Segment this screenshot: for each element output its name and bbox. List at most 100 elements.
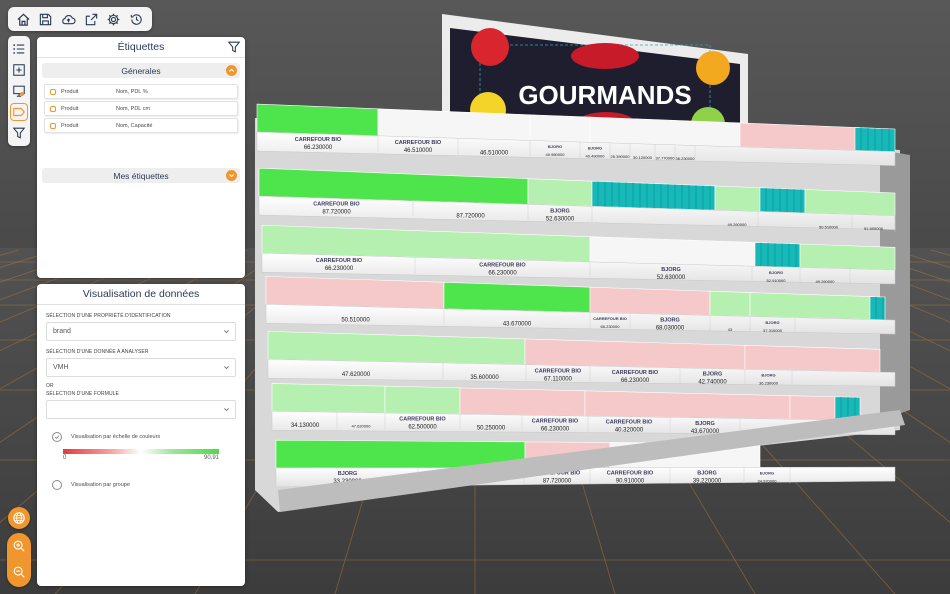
list-icon: [13, 44, 25, 55]
price-tag-value: 43.670000: [503, 322, 532, 328]
price-tag-value: 34.970000: [758, 478, 778, 483]
price-tag-value: 90.910000: [616, 478, 645, 484]
price-tag-brand: BJORG: [660, 317, 680, 323]
price-tag-brand: BJORG: [661, 267, 681, 273]
product-facing: [265, 276, 445, 310]
product-facing: [799, 243, 896, 271]
price-tag-brand: BJORG: [548, 144, 562, 149]
product-facing: [714, 185, 761, 212]
label-icon: [13, 107, 26, 116]
lips-icon: [571, 43, 639, 69]
color-scale-option[interactable]: Visualisation par échelle de couleurs: [52, 432, 230, 442]
formula-select[interactable]: [46, 400, 236, 419]
color-scale-bar: [63, 449, 219, 454]
price-tag-value: 40.980000: [546, 152, 566, 157]
save-icon: [40, 13, 52, 25]
label-checkbox[interactable]: [50, 122, 56, 129]
chevron-up-icon[interactable]: [226, 65, 237, 76]
price-tag-brand: BJORG: [760, 470, 774, 475]
label-row[interactable]: Produit Nom, PDL cm: [44, 101, 238, 116]
home-button[interactable]: [13, 9, 33, 29]
presentation-icon: [13, 85, 25, 97]
price-tag-value: 39.220000: [693, 478, 722, 484]
data-select[interactable]: VMH: [46, 358, 236, 377]
save-button[interactable]: [36, 9, 56, 29]
globe-icon: [13, 512, 25, 524]
label-type: Produit: [61, 122, 79, 129]
settings-button[interactable]: [104, 9, 124, 29]
price-tag-value: 47.620000: [352, 424, 372, 429]
sign-title: GOURMANDS: [518, 80, 691, 110]
price-tag-brand: BJORG: [769, 270, 783, 275]
list-button[interactable]: [10, 40, 28, 58]
filter-icon[interactable]: [227, 40, 241, 54]
group-option[interactable]: Visualisation par groupe: [52, 480, 230, 490]
add-button[interactable]: [10, 61, 28, 79]
zoom-out-button[interactable]: [10, 563, 28, 581]
product-facing: [759, 187, 806, 214]
price-tag-brand: BJORG: [761, 373, 775, 378]
price-tag-value: 49.260000: [816, 279, 836, 284]
id-property-select[interactable]: brand: [46, 322, 236, 341]
price-tag-value: 87.720000: [322, 210, 351, 216]
zoom-controls: [7, 533, 31, 587]
side-toolbar: [8, 36, 30, 146]
price-tag-brand: CARREFOUR BIO: [399, 417, 446, 423]
product-facing: [789, 395, 836, 421]
presentation-button[interactable]: [10, 82, 28, 100]
price-tag-value: 52.630000: [546, 216, 575, 222]
price-tag-value: 66.230000: [304, 145, 333, 151]
color-scale-radio[interactable]: [52, 432, 62, 442]
cloud-upload-button[interactable]: [59, 9, 79, 29]
product-facing: [754, 242, 801, 268]
label-row[interactable]: Produit Nom, Capacité: [44, 118, 238, 133]
chevron-down-icon[interactable]: [226, 170, 237, 181]
price-tag-brand: BJORG: [338, 471, 358, 477]
price-tag-value: 40.320000: [615, 428, 644, 434]
price-tag-brand: BJORG: [695, 421, 715, 427]
zoom-in-button[interactable]: [10, 537, 28, 555]
price-tag-value: 66.230000: [621, 378, 650, 384]
product-facing: [744, 345, 881, 373]
product-facing: [527, 178, 593, 207]
label-checkbox[interactable]: [50, 88, 56, 95]
scale-min: 0: [63, 455, 67, 461]
price-tag-value: 46.510000: [480, 150, 509, 156]
my-labels-section[interactable]: Mes étiquettes: [42, 168, 240, 183]
globe-button[interactable]: [8, 507, 30, 529]
label-field: Nom, PDL %: [116, 88, 148, 95]
price-tag-brand: CARREFOUR BIO: [593, 316, 627, 321]
home-icon: [17, 13, 30, 26]
product-facing: [584, 390, 791, 420]
price-tag-brand: BJORG: [588, 145, 602, 150]
filter-button[interactable]: [10, 124, 28, 142]
product-facing: [749, 292, 871, 320]
product-facing: [459, 387, 586, 417]
group-radio[interactable]: [52, 480, 62, 490]
price-tag-value: 67.110000: [544, 376, 573, 382]
price-tag-brand: CARREFOUR BIO: [316, 258, 363, 264]
general-labels-section[interactable]: Génerales: [42, 63, 240, 78]
history-button[interactable]: [127, 9, 147, 29]
zoom-in-icon: [13, 540, 25, 552]
product-facing: [804, 189, 896, 216]
cloud-upload-icon: [62, 14, 76, 24]
price-tag-brand: CARREFOUR BIO: [479, 263, 526, 269]
price-tag-value: 66.230000: [325, 266, 354, 272]
price-tag-value: 49.260000: [728, 222, 748, 227]
price-tag-value: 62.500000: [408, 425, 437, 431]
label-checkbox[interactable]: [50, 105, 56, 112]
export-button[interactable]: [81, 9, 101, 29]
price-tag-brand: CARREFOUR BIO: [606, 420, 653, 426]
labels-panel: Étiquettes Génerales Produit Nom, PDL % …: [37, 37, 245, 278]
price-tag-brand: BJORG: [550, 208, 570, 214]
chevron-down-icon: [224, 408, 229, 412]
my-labels-title: Mes étiquettes: [113, 170, 169, 181]
labels-button[interactable]: [10, 102, 28, 121]
price-tag-value: 43: [728, 327, 733, 332]
price-tag-value: 34.130000: [291, 423, 320, 429]
label-row[interactable]: Produit Nom, PDL %: [44, 84, 238, 99]
price-tag-brand: BJORG: [697, 470, 717, 476]
label-field: Nom, Capacité: [116, 122, 153, 129]
price-tag-value: 52.910000: [767, 278, 787, 283]
